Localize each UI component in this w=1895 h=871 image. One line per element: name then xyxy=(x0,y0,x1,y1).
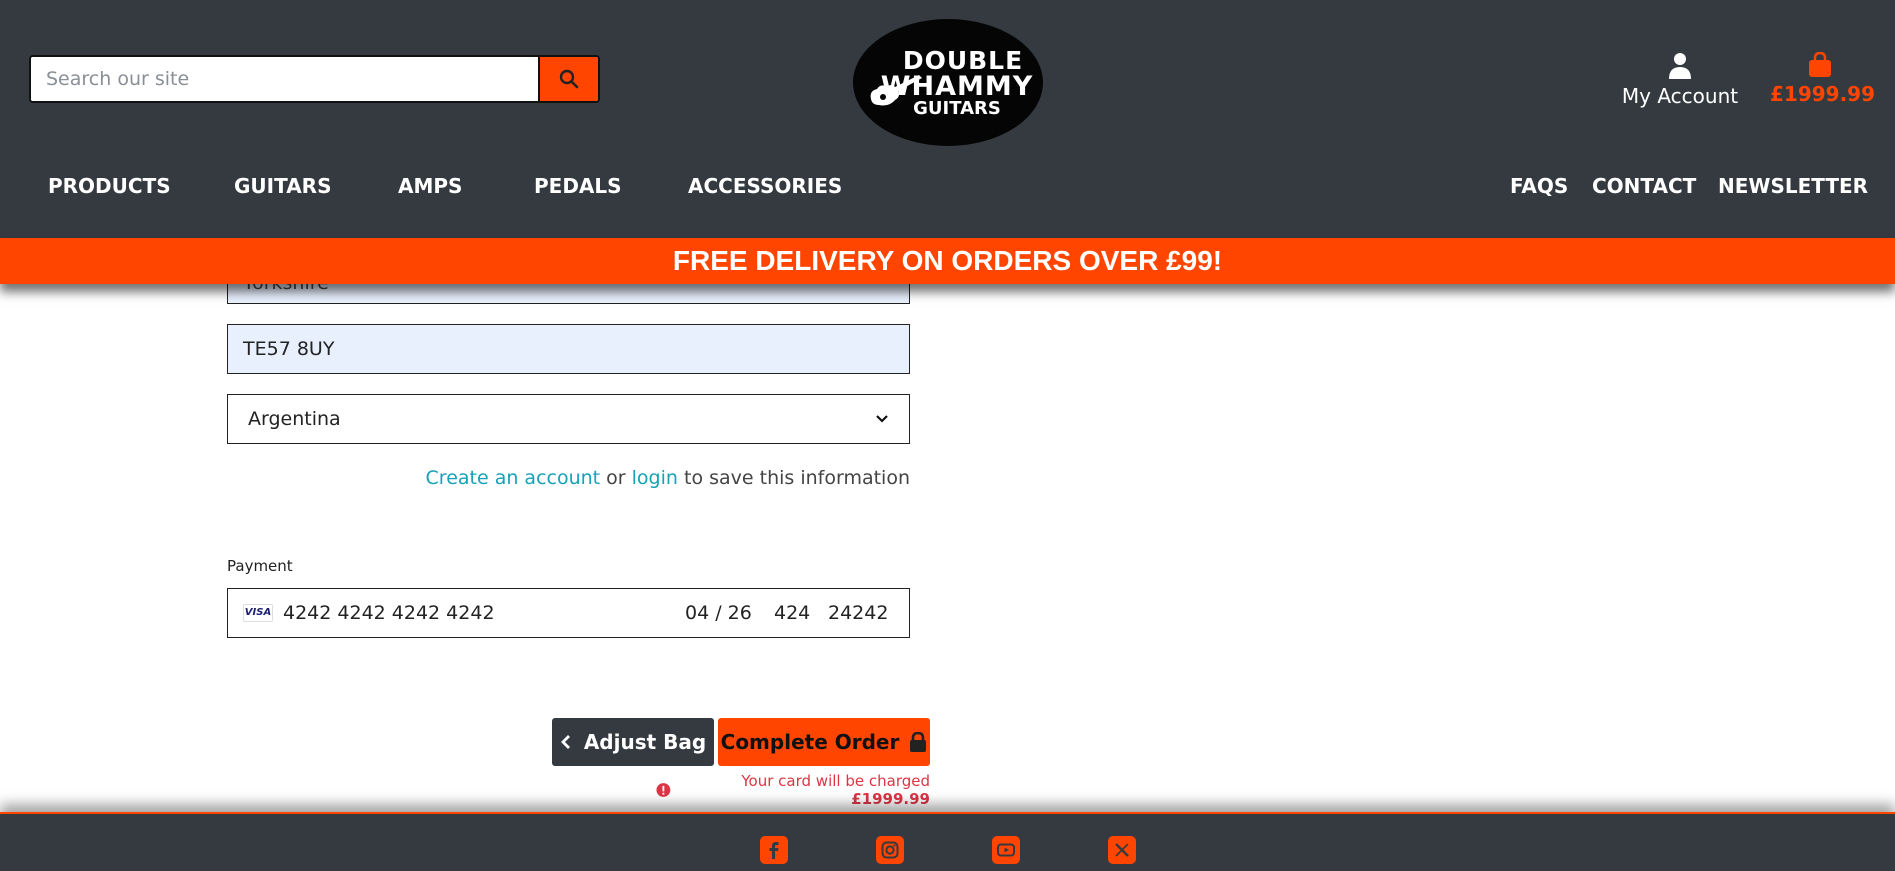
nav-amps[interactable]: AMPS xyxy=(398,174,462,198)
site-logo[interactable]: DOUBLE WHAMMY GUITARS xyxy=(853,19,1043,146)
charge-notice: Your card will be charged £1999.99 xyxy=(656,772,930,808)
save-info-or: or xyxy=(606,467,626,489)
lock-icon xyxy=(910,732,927,752)
search-input[interactable] xyxy=(31,57,538,101)
visa-card-icon: VISA xyxy=(243,604,273,622)
search-bar xyxy=(29,55,600,103)
complete-order-label: Complete Order xyxy=(720,730,900,754)
facebook-icon[interactable] xyxy=(760,836,788,864)
my-account-link[interactable]: My Account xyxy=(1620,52,1740,108)
login-link[interactable]: login xyxy=(632,467,678,489)
charge-note-text: Your card will be charged xyxy=(741,772,930,790)
nav-products[interactable]: PRODUCTS xyxy=(48,174,171,198)
adjust-bag-button[interactable]: Adjust Bag xyxy=(552,718,714,766)
complete-order-button[interactable]: Complete Order xyxy=(718,718,930,766)
postcode-value: TE57 8UY xyxy=(243,338,335,360)
instagram-icon[interactable] xyxy=(876,836,904,864)
nav-guitars[interactable]: GUITARS xyxy=(234,174,331,198)
search-icon xyxy=(559,69,579,89)
card-cvc-input[interactable]: 424 xyxy=(774,602,810,624)
create-account-link[interactable]: Create an account xyxy=(426,467,601,489)
nav-contact[interactable]: CONTACT xyxy=(1592,174,1696,198)
free-delivery-banner: FREE DELIVERY ON ORDERS OVER £99! xyxy=(0,238,1895,284)
save-info-suffix: to save this information xyxy=(684,467,910,489)
exclamation-circle-icon xyxy=(656,783,671,797)
site-header: DOUBLE WHAMMY GUITARS My Account £1999.9… xyxy=(0,0,1895,238)
nav-newsletter[interactable]: NEWSLETTER xyxy=(1718,174,1868,198)
my-account-label: My Account xyxy=(1621,84,1739,108)
nav-accessories[interactable]: ACCESSORIES xyxy=(688,174,842,198)
card-postal-input[interactable]: 24242 xyxy=(828,602,888,624)
search-button[interactable] xyxy=(538,57,598,101)
user-icon xyxy=(1669,53,1691,79)
guitar-icon xyxy=(870,75,922,106)
nav-pedals[interactable]: PEDALS xyxy=(534,174,622,198)
adjust-bag-label: Adjust Bag xyxy=(583,730,707,754)
country-value: Argentina xyxy=(248,408,341,430)
youtube-icon[interactable] xyxy=(992,836,1020,864)
x-twitter-icon[interactable] xyxy=(1108,836,1136,864)
country-select[interactable]: Argentina xyxy=(227,394,910,444)
card-number-input[interactable]: 4242 4242 4242 4242 xyxy=(283,602,495,624)
charge-amount: £1999.99 xyxy=(851,790,930,808)
chevron-down-icon xyxy=(876,415,888,423)
save-info-text: Create an account or login to save this … xyxy=(227,467,910,489)
shopping-bag-link[interactable]: £1999.99 xyxy=(1770,52,1875,106)
payment-label: Payment xyxy=(227,557,293,575)
site-footer xyxy=(0,812,1895,871)
postcode-field[interactable]: TE57 8UY xyxy=(227,324,910,374)
card-expiry-input[interactable]: 04 / 26 xyxy=(685,602,752,624)
cart-total: £1999.99 xyxy=(1770,82,1876,106)
card-element[interactable]: VISA 4242 4242 4242 4242 04 / 26 424 242… xyxy=(227,588,910,638)
chevron-left-icon xyxy=(560,735,570,749)
banner-text: FREE DELIVERY ON ORDERS OVER £99! xyxy=(672,245,1223,276)
shopping-bag-icon xyxy=(1809,52,1831,77)
nav-faqs[interactable]: FAQS xyxy=(1510,174,1568,198)
